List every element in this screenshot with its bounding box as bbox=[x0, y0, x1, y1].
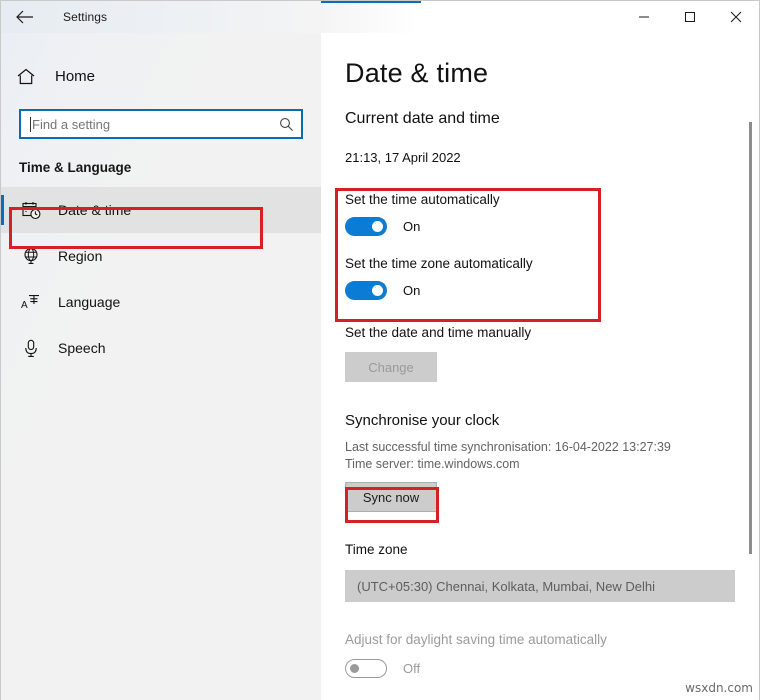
back-button[interactable] bbox=[1, 1, 47, 33]
sidebar-item-label: Language bbox=[58, 294, 121, 310]
sidebar-item-speech[interactable]: Speech bbox=[1, 325, 321, 371]
window-title: Settings bbox=[63, 10, 108, 24]
microphone-icon bbox=[19, 339, 43, 358]
set-time-automatically-label: Set the time automatically bbox=[345, 192, 500, 207]
sidebar-item-label: Date & time bbox=[58, 202, 132, 218]
change-button-wrap: Change bbox=[345, 352, 759, 382]
current-date-time-value: 21:13, 17 April 2022 bbox=[345, 150, 461, 165]
sidebar-item-label: Region bbox=[58, 248, 103, 264]
sidebar: Home Time & Language bbox=[1, 33, 321, 700]
language-icon: A bbox=[19, 293, 43, 311]
page-title: Date & time bbox=[345, 58, 489, 88]
sidebar-item-language[interactable]: A Language bbox=[1, 279, 321, 325]
set-timezone-automatically-toggle[interactable] bbox=[345, 281, 387, 300]
toggle-knob bbox=[372, 221, 383, 232]
search-caret bbox=[30, 117, 31, 132]
sidebar-item-date-time[interactable]: Date & time bbox=[1, 187, 321, 233]
toggle-knob bbox=[372, 285, 383, 296]
title-bar: Settings bbox=[1, 1, 759, 33]
content-scrollbar[interactable] bbox=[745, 67, 755, 697]
last-sync-line: Last successful time synchronisation: 16… bbox=[345, 440, 671, 454]
titlebar-accent-bar bbox=[321, 1, 421, 3]
daylight-saving-toggle[interactable] bbox=[345, 659, 387, 678]
daylight-saving-label: Adjust for daylight saving time automati… bbox=[345, 632, 607, 647]
timezone-heading: Time zone bbox=[345, 542, 408, 557]
maximize-button[interactable] bbox=[667, 1, 713, 33]
set-manually-label: Set the date and time manually bbox=[345, 325, 532, 340]
sidebar-item-home[interactable]: Home bbox=[1, 59, 321, 93]
set-time-automatically-state: On bbox=[403, 219, 421, 234]
home-icon bbox=[17, 68, 41, 85]
main-content: Date & time Current date and time 21:13,… bbox=[321, 33, 759, 700]
change-button[interactable]: Change bbox=[345, 352, 437, 382]
search-icon[interactable] bbox=[271, 117, 301, 132]
set-timezone-automatically-state: On bbox=[403, 283, 421, 298]
home-label: Home bbox=[55, 67, 96, 85]
timezone-dropdown[interactable]: (UTC+05:30) Chennai, Kolkata, Mumbai, Ne… bbox=[345, 570, 735, 602]
calendar-clock-icon bbox=[19, 201, 43, 220]
time-server-line: Time server: time.windows.com bbox=[345, 457, 520, 471]
search-input[interactable] bbox=[21, 116, 271, 132]
synchronise-clock-heading: Synchronise your clock bbox=[345, 412, 500, 429]
sidebar-category-title: Time & Language bbox=[19, 160, 132, 175]
watermark: wsxdn.com bbox=[685, 681, 753, 695]
timezone-selected-value: (UTC+05:30) Chennai, Kolkata, Mumbai, Ne… bbox=[357, 578, 656, 594]
toggle-knob bbox=[350, 664, 359, 673]
set-timezone-automatically-row[interactable]: On bbox=[345, 281, 759, 300]
set-time-automatically-toggle[interactable] bbox=[345, 217, 387, 236]
daylight-saving-row[interactable]: Off bbox=[345, 659, 759, 678]
current-date-time-heading: Current date and time bbox=[345, 110, 500, 127]
set-time-automatically-row[interactable]: On bbox=[345, 217, 759, 236]
sidebar-nav-list: Date & time Region A Language Speech bbox=[1, 187, 321, 371]
selection-accent-bar bbox=[1, 195, 4, 225]
sync-now-wrap: Sync now bbox=[345, 482, 759, 512]
sync-now-button[interactable]: Sync now bbox=[345, 482, 437, 512]
settings-window: Settings Home Find a setting Time & Lang… bbox=[0, 0, 760, 700]
set-timezone-automatically-label: Set the time zone automatically bbox=[345, 256, 533, 271]
sidebar-item-region[interactable]: Region bbox=[1, 233, 321, 279]
minimize-button[interactable] bbox=[621, 1, 667, 33]
svg-text:A: A bbox=[21, 300, 28, 311]
daylight-saving-state: Off bbox=[403, 661, 421, 676]
close-button[interactable] bbox=[713, 1, 759, 33]
globe-icon bbox=[19, 247, 43, 265]
search-box[interactable] bbox=[19, 109, 303, 139]
scrollbar-thumb[interactable] bbox=[749, 122, 752, 554]
sidebar-item-label: Speech bbox=[58, 340, 106, 356]
